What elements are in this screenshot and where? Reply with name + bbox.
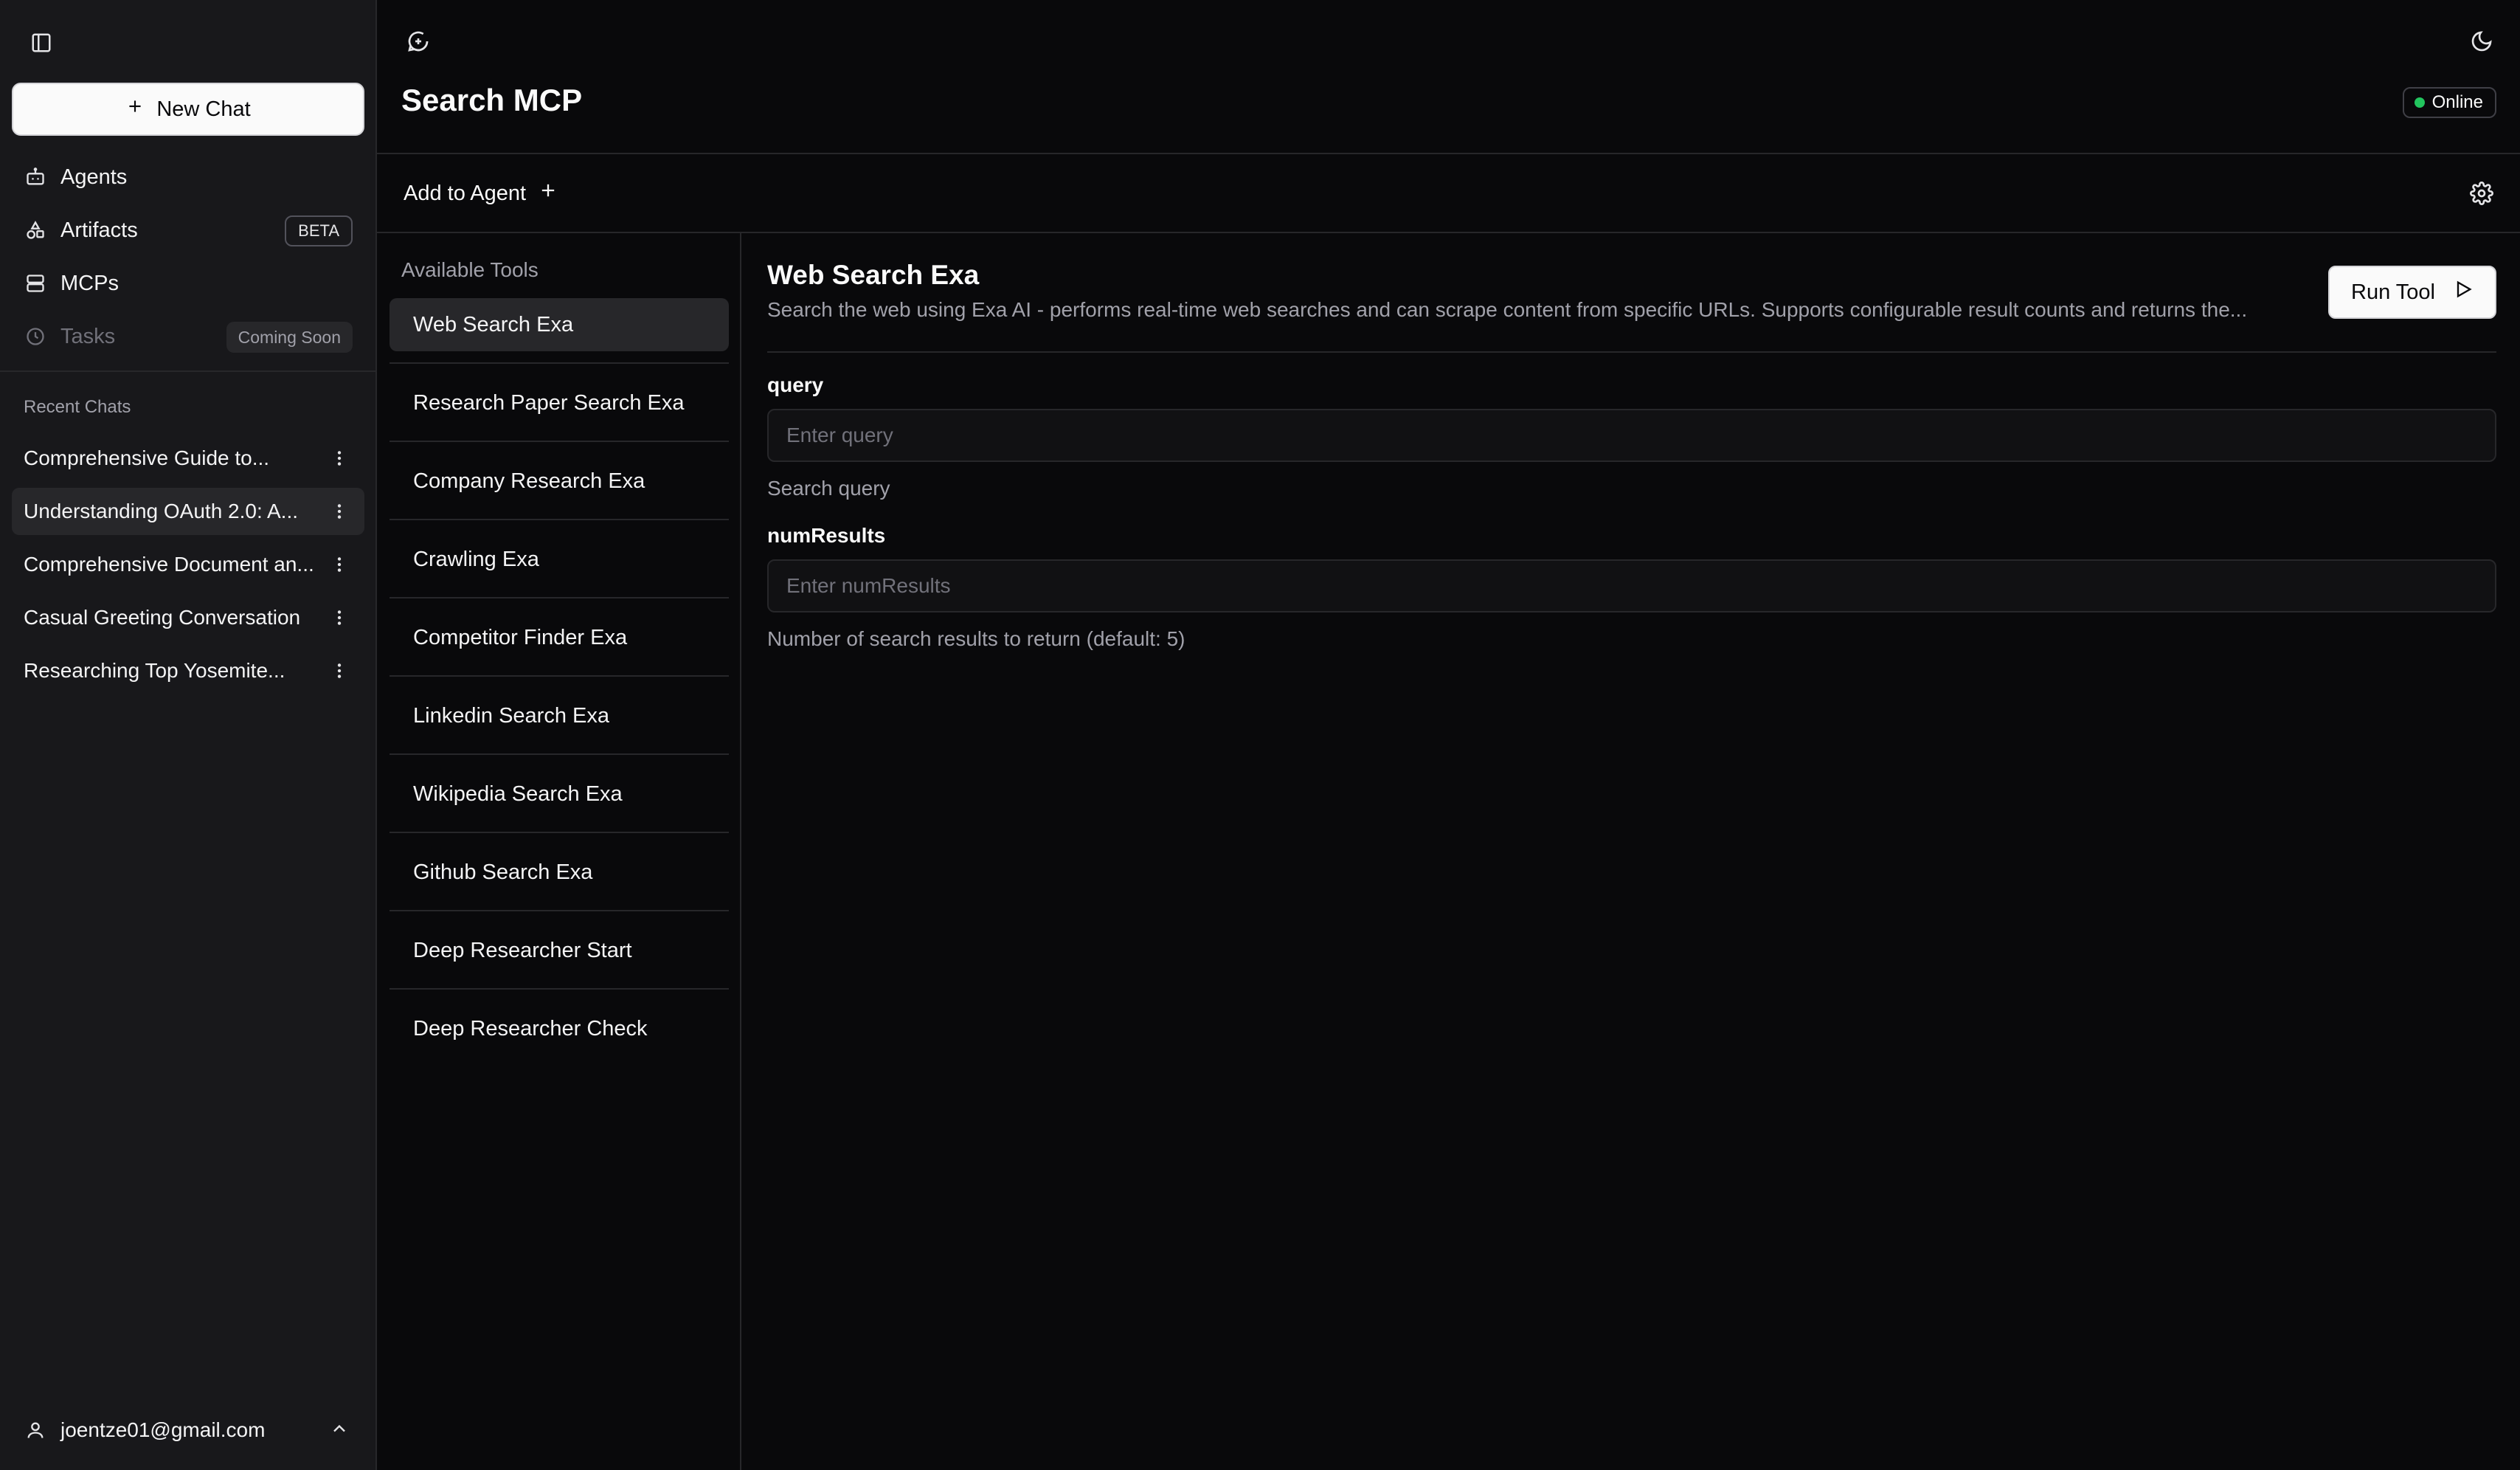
tool-item[interactable]: Web Search Exa bbox=[390, 298, 729, 351]
tool-item[interactable]: Github Search Exa bbox=[390, 846, 729, 899]
query-input[interactable] bbox=[767, 409, 2496, 462]
num-results-field-label: numResults bbox=[767, 524, 886, 547]
clock-icon bbox=[24, 325, 47, 348]
nav-item-label: Agents bbox=[60, 165, 128, 189]
coming-soon-badge: Coming Soon bbox=[226, 322, 353, 353]
moon-icon[interactable] bbox=[2467, 27, 2496, 56]
tool-divider bbox=[390, 675, 729, 677]
more-vertical-icon[interactable] bbox=[326, 604, 353, 631]
sidebar-toggle-icon[interactable] bbox=[28, 30, 55, 56]
chevron-up-icon bbox=[329, 1418, 350, 1444]
plus-icon bbox=[125, 97, 145, 122]
sidebar: New Chat Agents Artifacts BETA MCPs Task… bbox=[0, 0, 377, 1470]
tool-item[interactable]: Deep Researcher Check bbox=[390, 1002, 729, 1055]
page-title: Search MCP bbox=[401, 83, 583, 117]
status-dot bbox=[2414, 97, 2425, 108]
tool-divider bbox=[390, 441, 729, 442]
tool-divider bbox=[390, 753, 729, 755]
recent-chat-item[interactable]: Comprehensive Guide to... bbox=[12, 435, 364, 482]
add-to-agent-button[interactable]: Add to Agent bbox=[404, 176, 558, 211]
tool-item[interactable]: Wikipedia Search Exa bbox=[390, 767, 729, 821]
num-results-field-help: Number of search results to return (defa… bbox=[767, 627, 1185, 650]
tool-divider bbox=[390, 910, 729, 911]
chat-title: Comprehensive Document an... bbox=[24, 553, 314, 576]
tool-item[interactable]: Linkedin Search Exa bbox=[390, 689, 729, 742]
tool-item[interactable]: Company Research Exa bbox=[390, 455, 729, 508]
header-divider bbox=[377, 153, 2520, 154]
nav-item-tasks: Tasks Coming Soon bbox=[12, 313, 364, 360]
nav-item-artifacts[interactable]: Artifacts BETA bbox=[12, 207, 364, 254]
tool-divider bbox=[390, 988, 729, 990]
chat-title: Comprehensive Guide to... bbox=[24, 446, 270, 469]
chat-title: Understanding OAuth 2.0: A... bbox=[24, 500, 299, 522]
tool-detail-panel: Web Search Exa Search the web using Exa … bbox=[743, 233, 2520, 1470]
run-tool-label: Run Tool bbox=[2351, 280, 2435, 304]
tool-item[interactable]: Crawling Exa bbox=[390, 533, 729, 586]
num-results-input[interactable] bbox=[767, 559, 2496, 612]
detail-divider bbox=[767, 351, 2496, 353]
status-badge: Online bbox=[2402, 87, 2496, 118]
new-message-icon[interactable] bbox=[404, 27, 433, 56]
more-vertical-icon[interactable] bbox=[326, 498, 353, 525]
main-panel: Search MCP Online Add to Agent Available… bbox=[377, 0, 2520, 1470]
tool-item[interactable]: Research Paper Search Exa bbox=[390, 376, 729, 429]
user-menu[interactable]: joentze01@gmail.com bbox=[12, 1407, 364, 1454]
recent-chat-item[interactable]: Understanding OAuth 2.0: A... bbox=[12, 488, 364, 535]
nav-item-mcps[interactable]: MCPs bbox=[12, 260, 364, 307]
tool-divider bbox=[390, 362, 729, 364]
server-icon bbox=[24, 272, 47, 295]
tool-title: Web Search Exa bbox=[767, 260, 980, 290]
nav-item-label: MCPs bbox=[60, 271, 119, 295]
new-chat-label: New Chat bbox=[156, 97, 251, 121]
play-icon bbox=[2453, 279, 2474, 306]
tool-item[interactable]: Deep Researcher Start bbox=[390, 924, 729, 977]
tools-list-panel: Available Tools Web Search Exa Research … bbox=[377, 233, 741, 1470]
nav-item-label: Artifacts bbox=[60, 218, 138, 242]
plus-icon bbox=[538, 180, 558, 207]
nav-item-agents[interactable]: Agents bbox=[12, 153, 364, 201]
nav-item-label: Tasks bbox=[60, 324, 116, 348]
chat-title: Researching Top Yosemite... bbox=[24, 659, 285, 682]
recent-chat-item[interactable]: Comprehensive Document an... bbox=[12, 541, 364, 588]
run-tool-button[interactable]: Run Tool bbox=[2328, 266, 2496, 319]
more-vertical-icon[interactable] bbox=[326, 658, 353, 684]
tool-item[interactable]: Competitor Finder Exa bbox=[390, 611, 729, 664]
query-field-help: Search query bbox=[767, 477, 890, 500]
recent-chat-item[interactable]: Casual Greeting Conversation bbox=[12, 594, 364, 641]
available-tools-heading: Available Tools bbox=[401, 258, 539, 281]
more-vertical-icon[interactable] bbox=[326, 551, 353, 578]
user-icon bbox=[24, 1418, 47, 1442]
new-chat-button[interactable]: New Chat bbox=[12, 83, 364, 136]
more-vertical-icon[interactable] bbox=[326, 445, 353, 472]
tool-divider bbox=[390, 519, 729, 520]
recent-chat-item[interactable]: Researching Top Yosemite... bbox=[12, 647, 364, 694]
tool-divider bbox=[390, 597, 729, 598]
status-text: Online bbox=[2431, 92, 2483, 112]
shapes-icon bbox=[24, 218, 47, 242]
settings-gear-icon[interactable] bbox=[2467, 179, 2496, 208]
sidebar-divider bbox=[0, 370, 375, 372]
chat-title: Casual Greeting Conversation bbox=[24, 606, 301, 629]
recent-chats-heading: Recent Chats bbox=[24, 397, 131, 417]
query-field-label: query bbox=[767, 373, 824, 396]
tool-divider bbox=[390, 832, 729, 833]
bot-icon bbox=[24, 165, 47, 189]
add-to-agent-label: Add to Agent bbox=[404, 181, 527, 205]
beta-badge: BETA bbox=[285, 215, 353, 246]
user-email: joentze01@gmail.com bbox=[60, 1418, 266, 1441]
tool-description: Search the web using Exa AI - performs r… bbox=[767, 298, 2248, 321]
